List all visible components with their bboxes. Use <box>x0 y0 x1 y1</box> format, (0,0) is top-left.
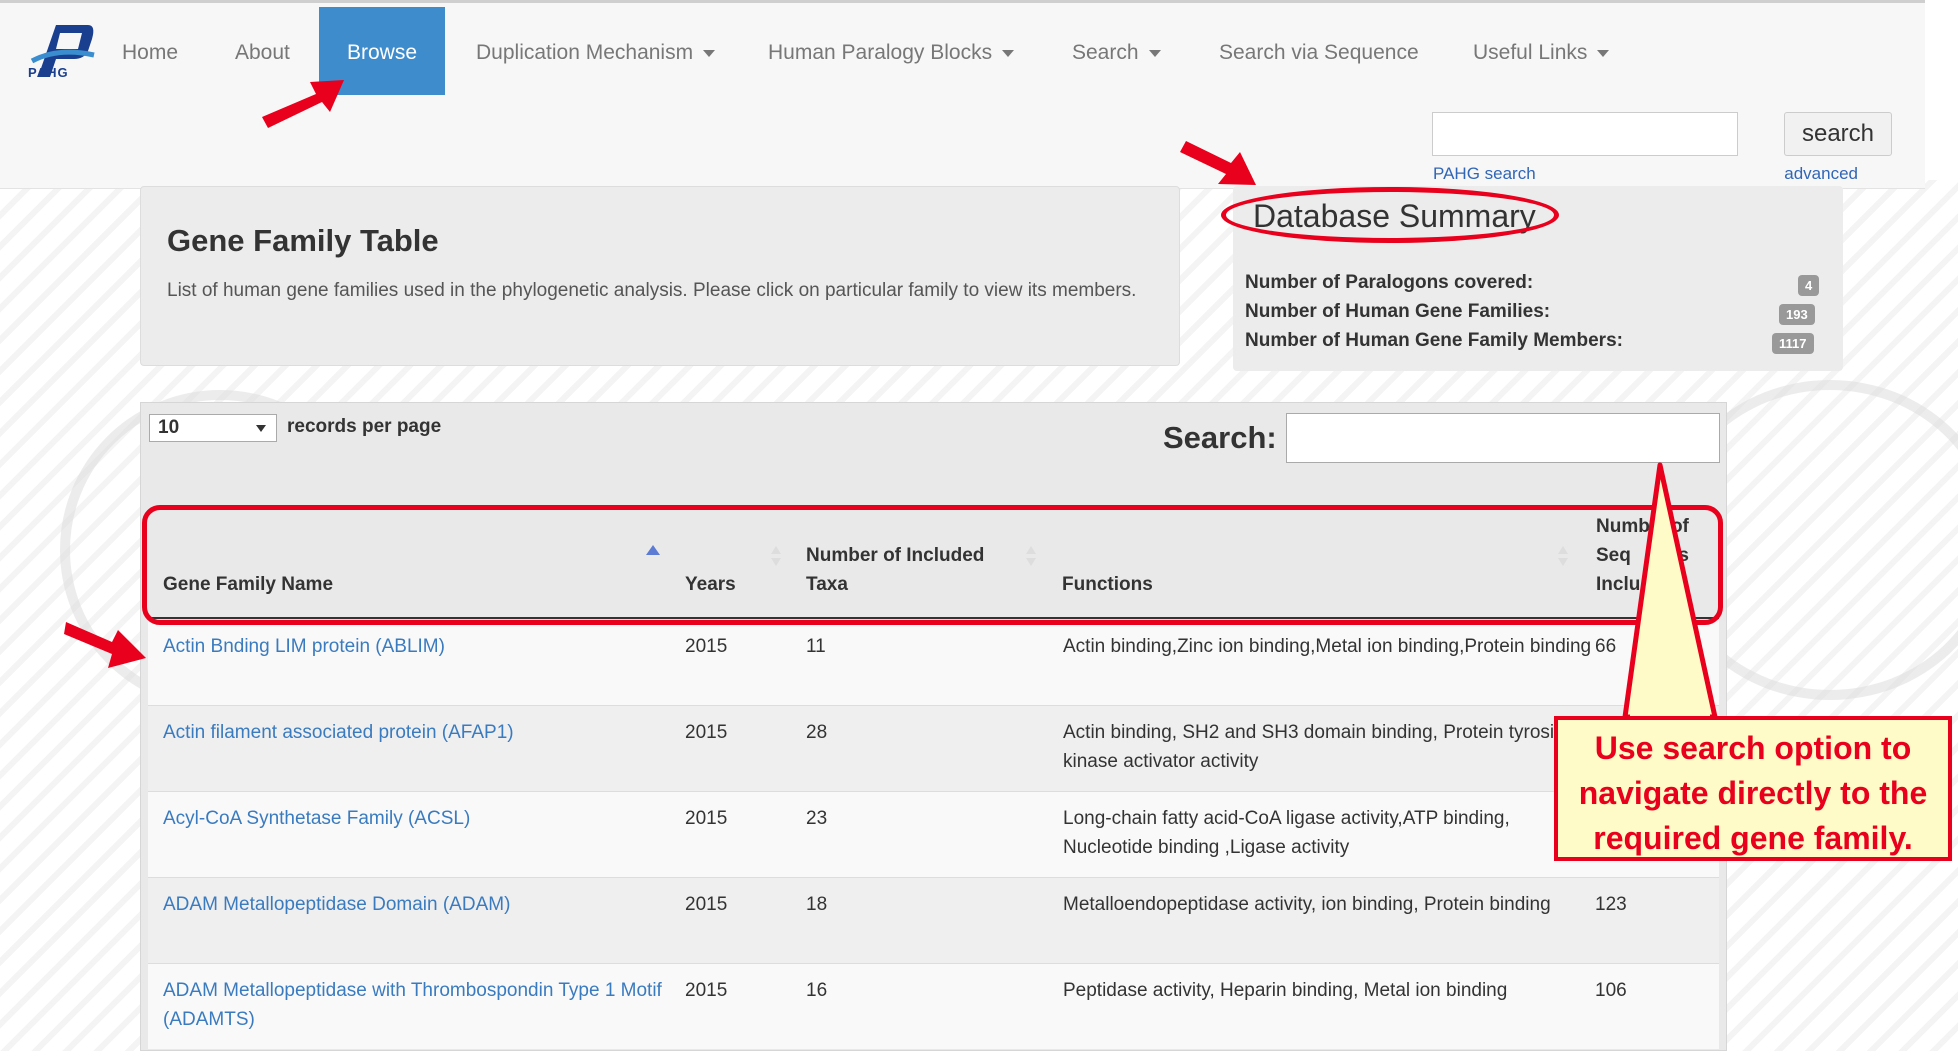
callout-line-2: navigate directly to the <box>1578 775 1928 811</box>
red-arrow-icon <box>262 80 344 128</box>
callout-line-1: Use search option to <box>1594 730 1912 766</box>
red-arrow-icon <box>1180 141 1256 185</box>
callout-line-3: required gene family. <box>1593 820 1913 856</box>
red-arrow-icon <box>64 622 146 668</box>
search-hint-callout: Use search option to navigate directly t… <box>1554 716 1952 861</box>
callout-pointer-icon <box>1622 462 1718 720</box>
annotation-arrows <box>64 80 1718 724</box>
